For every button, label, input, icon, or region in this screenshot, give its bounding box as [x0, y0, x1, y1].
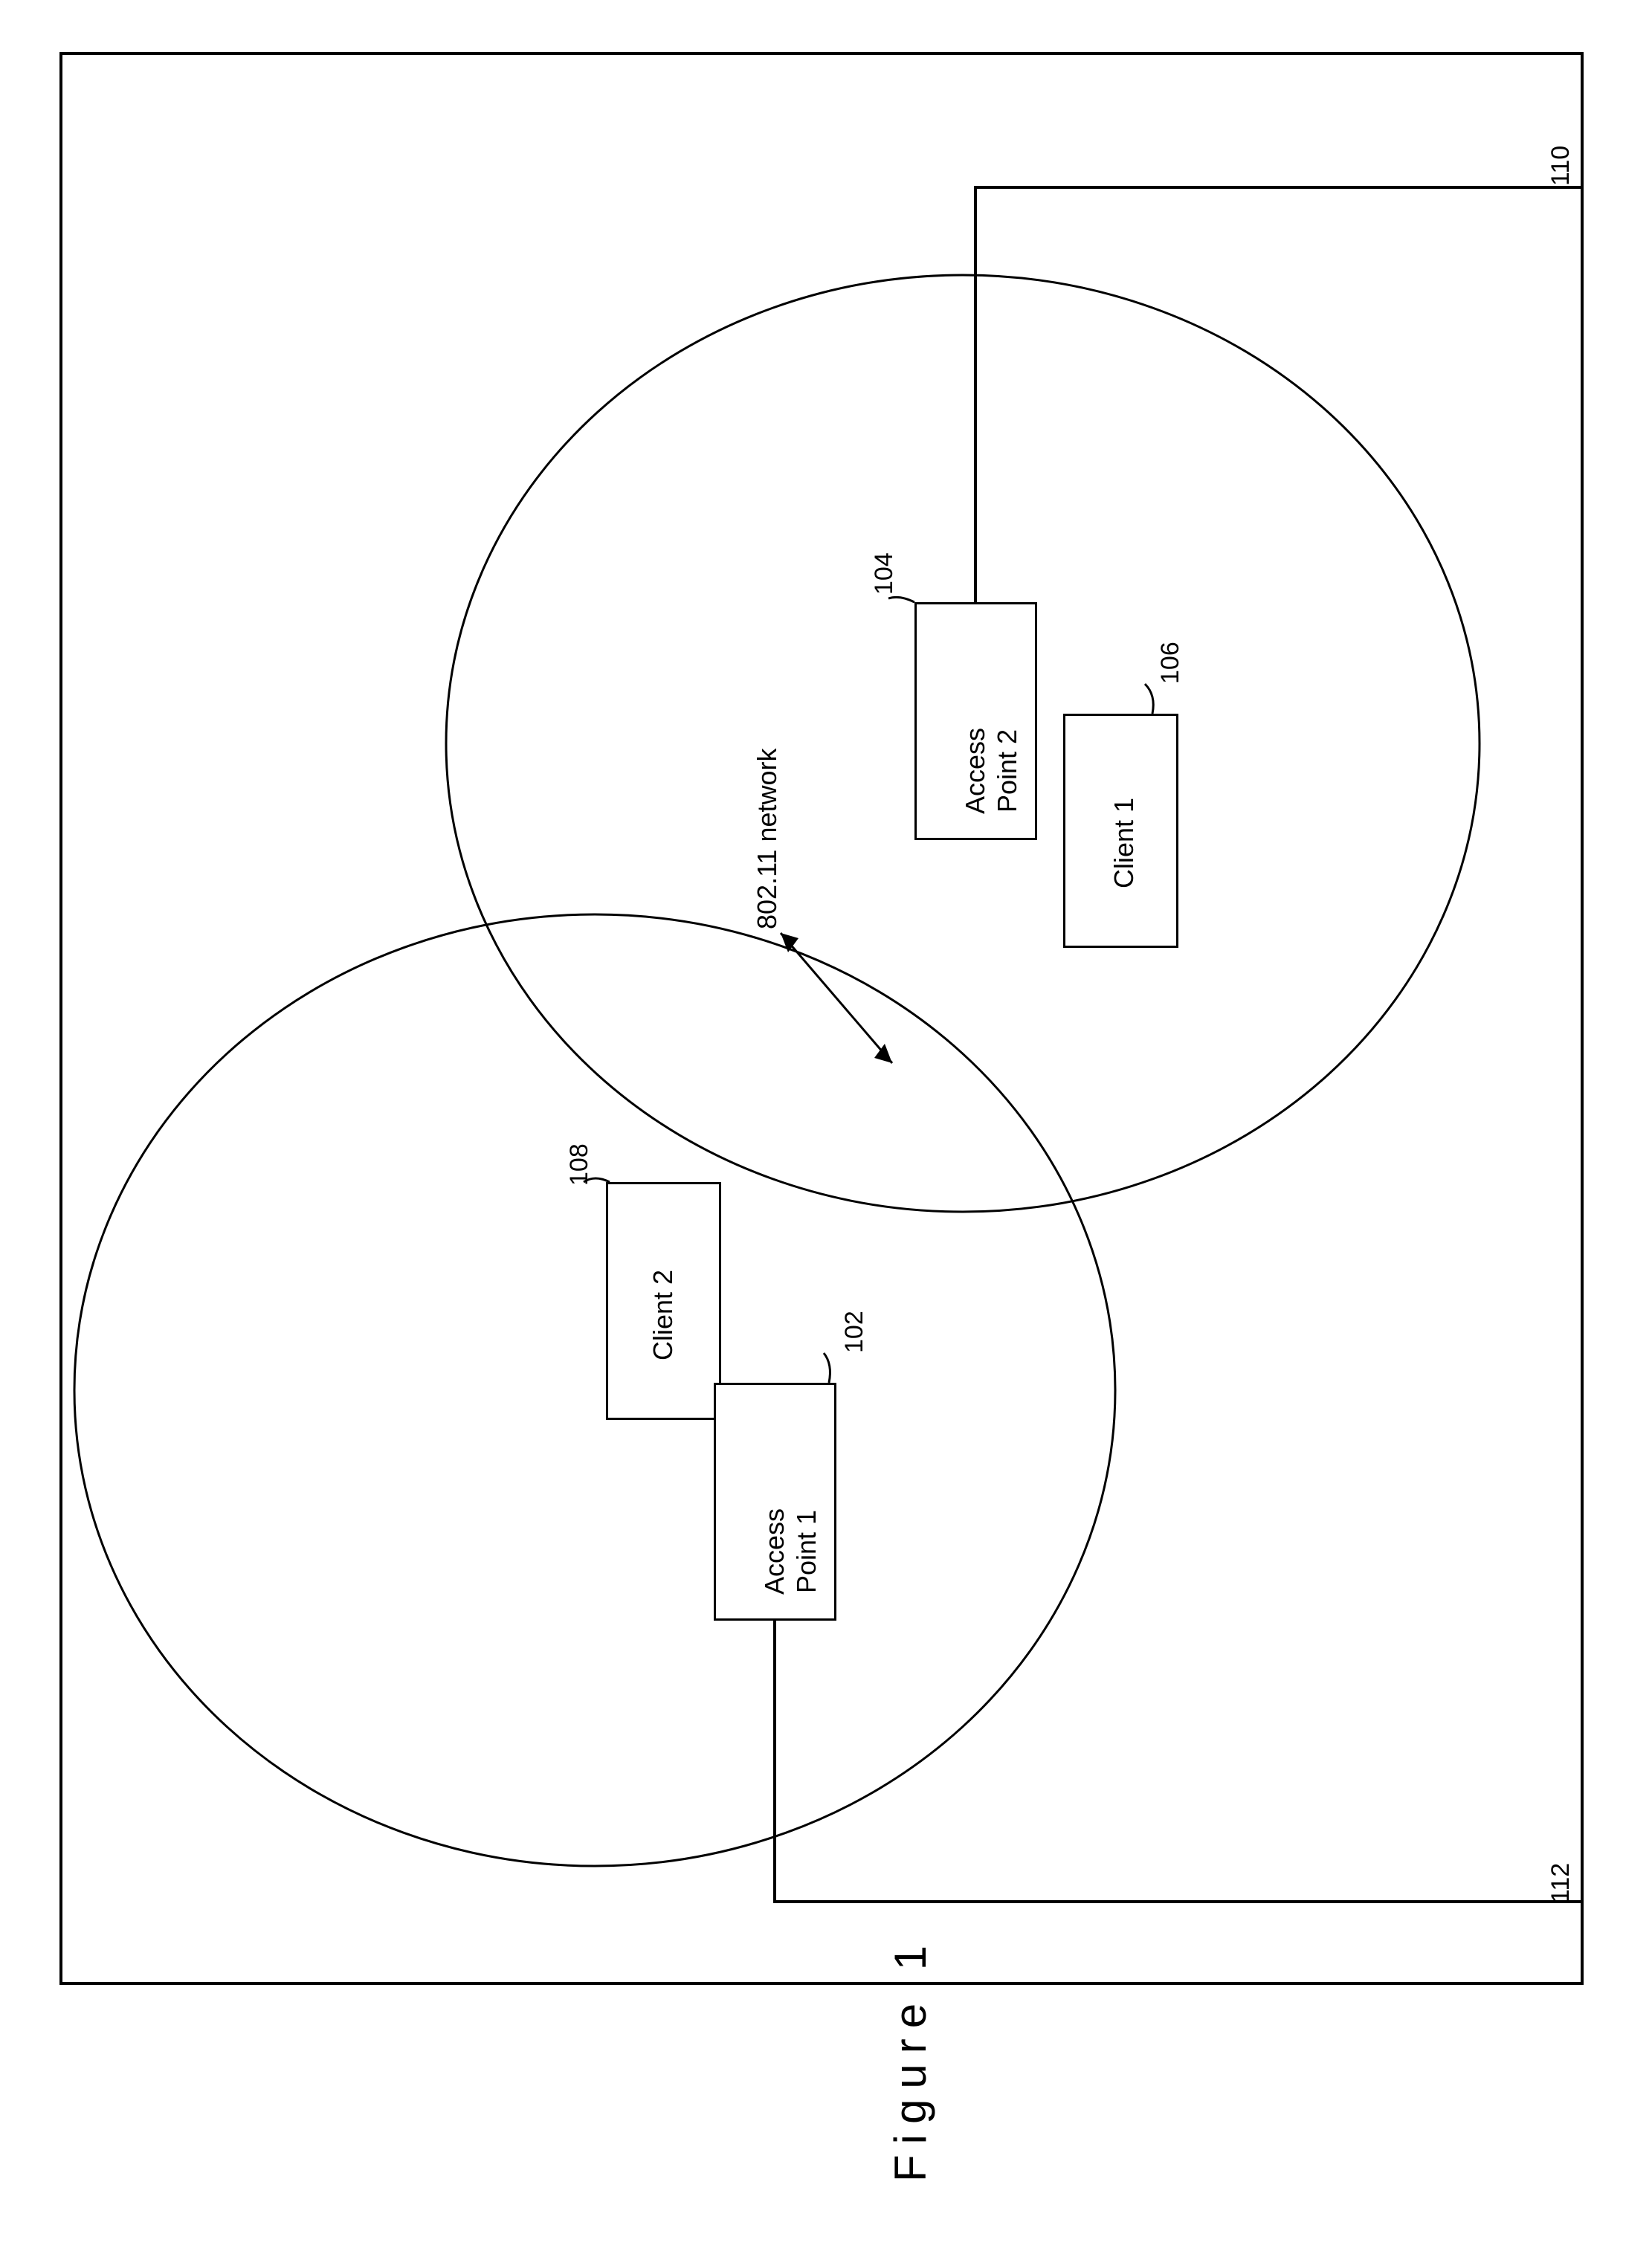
page: Access Point 2 104 Client 1 106 Client 2…	[0, 0, 1652, 2260]
wire-ap1-vertical	[773, 1621, 776, 1903]
client-2-label: Client 2	[647, 1270, 679, 1360]
ref-110: 110	[1546, 146, 1575, 186]
figure-label: Figure 1	[885, 1935, 936, 2182]
client-1-label: Client 1	[1108, 798, 1140, 888]
ref-108: 108	[565, 1143, 594, 1186]
access-point-1-label: Access Point 1	[758, 1508, 822, 1595]
ref-102: 102	[840, 1311, 869, 1353]
ref-106: 106	[1156, 642, 1185, 684]
network-label: 802.11 network	[751, 749, 783, 930]
wire-ap2-horizontal	[974, 186, 1584, 189]
outer-frame	[59, 52, 1584, 1985]
ref-112: 112	[1546, 1863, 1575, 1903]
wire-ap1-horizontal	[773, 1900, 1584, 1903]
wire-ap2-vertical	[974, 186, 977, 602]
ref-104: 104	[870, 552, 899, 595]
access-point-2-label: Access Point 2	[959, 728, 1023, 814]
